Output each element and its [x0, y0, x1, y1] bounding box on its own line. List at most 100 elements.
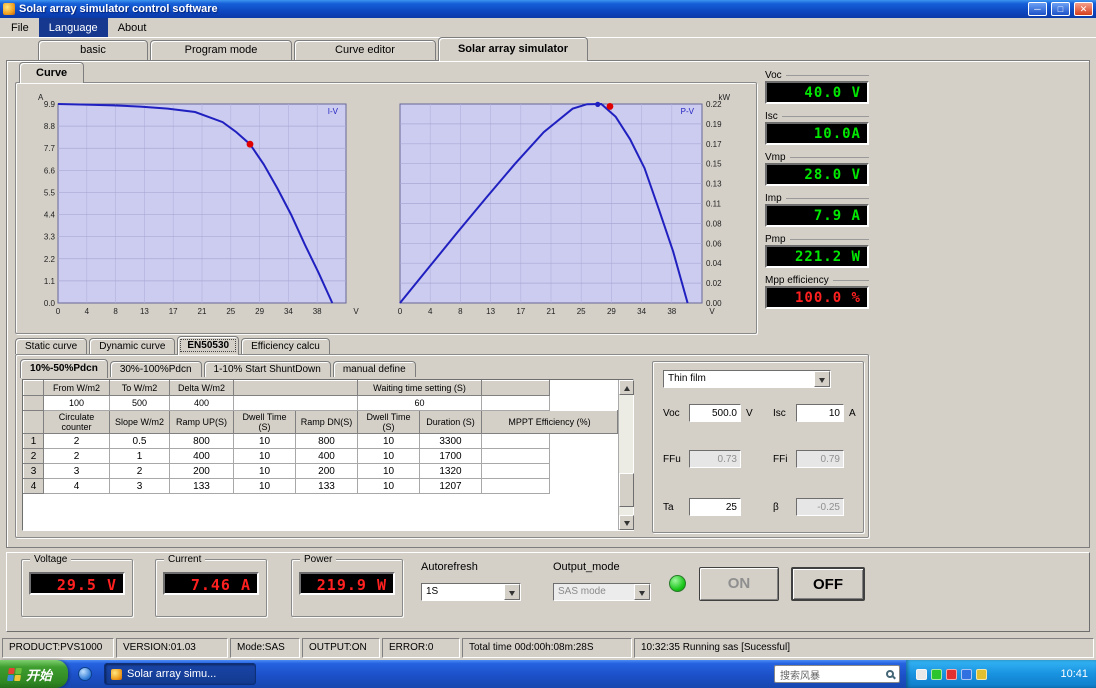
menu-file[interactable]: File — [1, 18, 39, 37]
subtab-start-shutdown[interactable]: 1-10% Start ShuntDown — [203, 361, 331, 377]
status-version: VERSION:01.03 — [116, 638, 228, 658]
table-cell[interactable]: 3 — [43, 463, 110, 479]
table-cell[interactable] — [481, 433, 551, 449]
value-from[interactable]: 100 — [43, 395, 110, 411]
start-button[interactable]: 开始 — [0, 660, 69, 688]
scroll-down-button[interactable] — [619, 515, 634, 530]
tab-program-mode[interactable]: Program mode — [150, 40, 292, 60]
table-cell[interactable]: 10 — [233, 478, 296, 494]
table-cell[interactable]: 133 — [295, 478, 358, 494]
subtab-manual-define[interactable]: manual define — [332, 361, 416, 377]
table-cell[interactable]: 10 — [357, 448, 420, 464]
isc-field[interactable] — [796, 404, 844, 422]
tab-dynamic-curve[interactable]: Dynamic curve — [89, 338, 176, 354]
table-cell[interactable]: 3 — [109, 478, 170, 494]
table-cell[interactable]: 10 — [357, 463, 420, 479]
svg-text:8.8: 8.8 — [44, 122, 56, 131]
model-select[interactable]: Thin film — [663, 370, 831, 388]
table-cell[interactable]: 400 — [295, 448, 358, 464]
table-cell[interactable]: 10 — [233, 463, 296, 479]
subtab-10-50-pdcn[interactable]: 10%-50%Pdcn — [20, 359, 108, 378]
isc-label: Isc — [765, 110, 869, 122]
table-cell[interactable] — [481, 463, 551, 479]
table-cell[interactable]: 2 — [43, 448, 110, 464]
model-select-arrow[interactable] — [814, 371, 830, 387]
svg-text:0: 0 — [398, 307, 403, 316]
menu-language[interactable]: Language — [38, 18, 108, 37]
ta-field[interactable] — [689, 498, 741, 516]
table-scrollbar[interactable] — [618, 380, 634, 530]
voc-field[interactable] — [689, 404, 741, 422]
table-cell[interactable]: 133 — [169, 478, 234, 494]
voltage-display: 29.5 V — [29, 572, 125, 595]
tray-icon[interactable] — [961, 668, 972, 680]
tab-curve[interactable]: Curve — [19, 62, 85, 83]
menu-about[interactable]: About — [108, 18, 157, 37]
tab-solar-array-simulator[interactable]: Solar array simulator — [438, 37, 588, 61]
table-cell[interactable]: 200 — [169, 463, 234, 479]
voltage-label: Voltage — [30, 554, 72, 565]
minimize-button[interactable]: ─ — [1028, 2, 1047, 16]
close-button[interactable]: ✕ — [1074, 2, 1093, 16]
tray-clock[interactable]: 10:41 — [1060, 668, 1088, 680]
table-cell[interactable]: 10 — [357, 433, 420, 449]
table-cell[interactable]: 1320 — [418, 463, 483, 479]
ffu-field-label: FFu — [663, 454, 681, 465]
vmp-display: 28.0 V — [765, 163, 869, 186]
quick-launch-icon[interactable] — [78, 667, 93, 681]
tab-efficiency-calcu[interactable]: Efficiency calcu — [241, 338, 330, 354]
table-cell[interactable]: 800 — [295, 433, 358, 449]
table-row: 4 4 3 133 10 133 10 1207 — [23, 478, 618, 494]
value-delta[interactable]: 400 — [169, 395, 234, 411]
svg-text:4: 4 — [428, 307, 433, 316]
table-cell[interactable]: 200 — [295, 463, 358, 479]
svg-text:0.19: 0.19 — [706, 120, 722, 129]
table-cell[interactable]: 1207 — [418, 478, 483, 494]
table-cell[interactable]: 400 — [169, 448, 234, 464]
table-cell[interactable]: 1 — [109, 448, 170, 464]
col-mppt-efficiency: MPPT Efficiency (%) — [481, 410, 618, 434]
taskbar-task-button[interactable]: Solar array simu... — [104, 663, 257, 685]
table-cell[interactable]: 2 — [109, 463, 170, 479]
search-text: 搜索风暴 — [780, 670, 820, 682]
subtab-30-100-pdcn[interactable]: 30%-100%Pdcn — [109, 361, 202, 377]
table-cell[interactable]: 2 — [43, 433, 110, 449]
tab-static-curve[interactable]: Static curve — [15, 338, 88, 354]
tray-icon[interactable] — [976, 668, 987, 680]
table-cell[interactable]: 3300 — [418, 433, 483, 449]
table-row: 3 3 2 200 10 200 10 1320 — [23, 463, 618, 479]
table-cell[interactable]: 0.5 — [109, 433, 170, 449]
autorefresh-select[interactable]: 1S — [421, 583, 521, 601]
svg-text:V: V — [709, 307, 715, 316]
autorefresh-value: 1S — [426, 586, 439, 597]
tray-icon[interactable] — [946, 668, 957, 680]
off-button[interactable]: OFF — [791, 567, 865, 601]
value-waiting-time[interactable]: 60 — [356, 395, 483, 411]
maximize-button[interactable]: □ — [1051, 2, 1070, 16]
tab-curve-editor[interactable]: Curve editor — [294, 40, 436, 60]
app-icon — [3, 3, 15, 15]
taskbar-search-band[interactable]: 搜索风暴 — [774, 665, 900, 683]
model-select-value: Thin film — [668, 373, 706, 384]
output-mode-arrow[interactable] — [634, 584, 650, 600]
table-cell[interactable]: 10 — [233, 433, 296, 449]
table-row: 1 2 0.5 800 10 800 10 3300 — [23, 433, 618, 449]
tray-icon[interactable] — [931, 668, 942, 680]
table-cell[interactable] — [481, 448, 551, 464]
table-cell[interactable]: 800 — [169, 433, 234, 449]
tray-icon[interactable] — [916, 668, 927, 680]
table-cell[interactable]: 1700 — [418, 448, 483, 464]
svg-text:38: 38 — [313, 307, 322, 316]
table-cell[interactable]: 10 — [233, 448, 296, 464]
table-cell[interactable]: 4 — [43, 478, 110, 494]
table-cell[interactable]: 10 — [357, 478, 420, 494]
tab-basic[interactable]: basic — [38, 40, 148, 60]
value-to[interactable]: 500 — [109, 395, 170, 411]
scroll-up-button[interactable] — [619, 380, 634, 395]
output-mode-select[interactable]: SAS mode — [553, 583, 651, 601]
autorefresh-arrow[interactable] — [504, 584, 520, 600]
scroll-thumb[interactable] — [619, 473, 634, 507]
table-cell[interactable] — [481, 478, 551, 494]
tab-en50530[interactable]: EN50530 — [177, 336, 240, 355]
on-button[interactable]: ON — [699, 567, 779, 601]
